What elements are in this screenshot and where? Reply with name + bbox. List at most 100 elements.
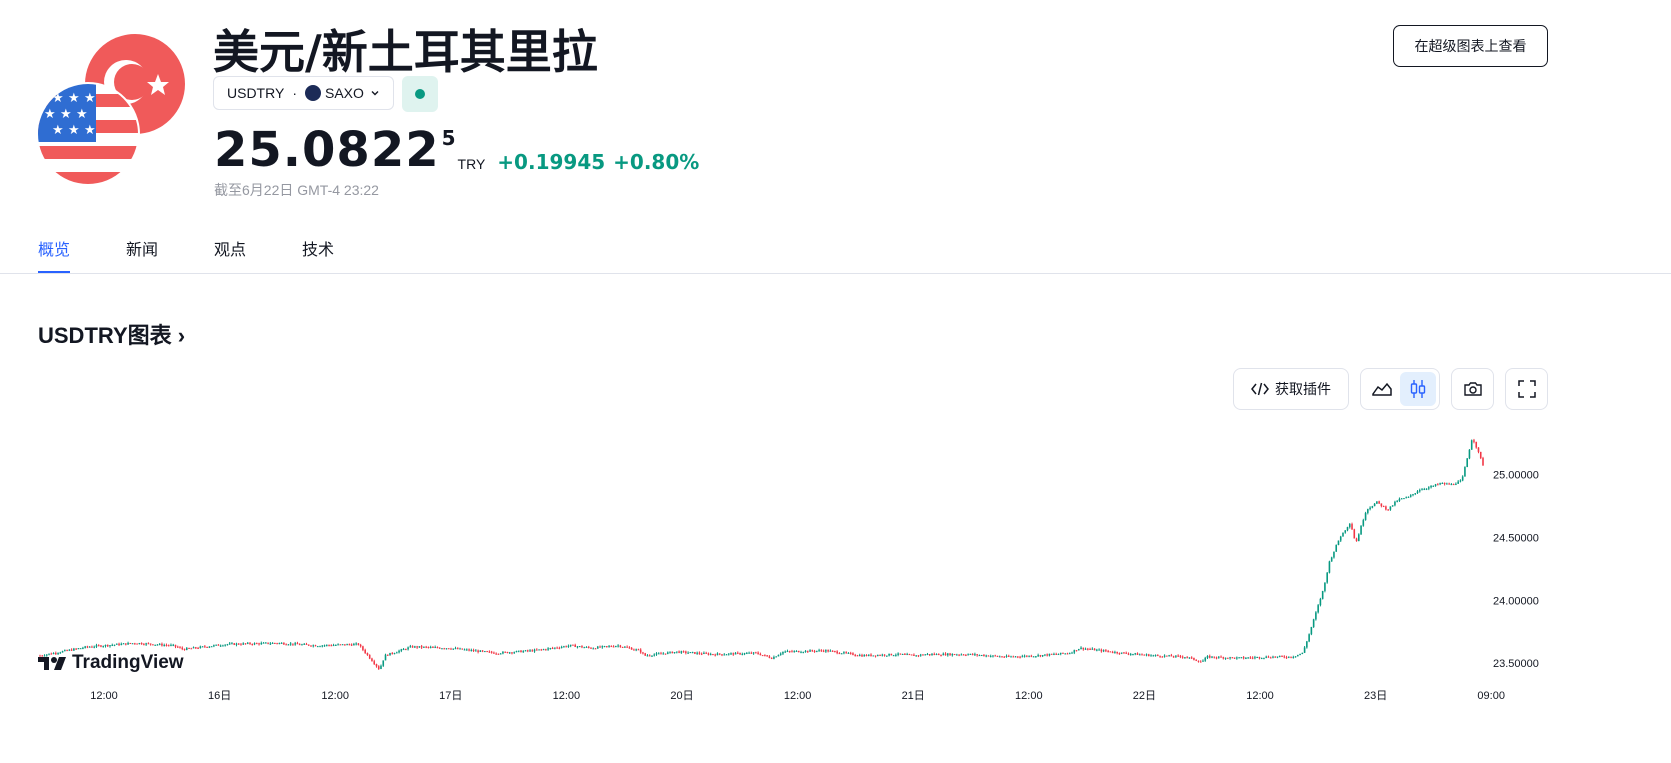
candle-body (1310, 627, 1313, 635)
candle-body (892, 655, 895, 657)
candle-body (1391, 505, 1394, 507)
candle-body (572, 644, 574, 646)
y-axis-tick-label: 25.00000 (1493, 470, 1539, 482)
candle-body (777, 654, 780, 657)
candle-body (1337, 540, 1340, 545)
chart-section-title[interactable]: USDTRY图表 › (38, 318, 185, 350)
candle-body (1096, 649, 1098, 651)
candle-body (382, 660, 385, 666)
candle-body (389, 652, 391, 656)
candle-body (475, 650, 477, 652)
area-chart-style-button[interactable] (1364, 372, 1400, 406)
candle-body (1150, 655, 1152, 657)
svg-text:★: ★ (68, 123, 80, 138)
candle-body (1159, 655, 1161, 657)
candle-body (870, 654, 872, 656)
candle-body (635, 649, 637, 651)
market-open-dot-icon (414, 89, 425, 99)
snapshot-button[interactable] (1451, 368, 1494, 410)
candle-body (865, 655, 868, 657)
tab-bar: 概览 新闻 观点 技术 (38, 236, 390, 274)
candle-body (1398, 498, 1401, 501)
candle-body (1236, 657, 1238, 659)
candle-body (836, 651, 838, 654)
candle-body (400, 649, 403, 651)
candle-body (1044, 654, 1046, 656)
candle-body (1405, 497, 1408, 499)
tab-overview[interactable]: 概览 (38, 236, 71, 274)
candle-body (910, 654, 913, 656)
market-open-status-button[interactable] (401, 76, 438, 112)
candle-body (1224, 657, 1227, 659)
candle-body (1125, 652, 1128, 654)
candle-body (508, 652, 511, 654)
candle-body (657, 653, 660, 655)
exchange-label: SAXO (324, 85, 364, 101)
candle-body (888, 653, 890, 656)
candle-body (1206, 655, 1209, 658)
candle-body (294, 643, 296, 645)
candle-body (1068, 653, 1071, 655)
y-axis-tick-label: 24.00000 (1493, 595, 1539, 607)
candle-body (274, 642, 276, 644)
candle-body (603, 646, 606, 648)
candle-body (1143, 654, 1146, 656)
candle-body (1319, 598, 1322, 606)
price-currency: TRY (457, 156, 486, 172)
candle-body (1014, 656, 1017, 658)
candle-body (328, 644, 330, 646)
candle-body (134, 643, 136, 645)
candle-body (899, 653, 902, 655)
candle-body (1166, 655, 1168, 657)
tab-news[interactable]: 新闻 (126, 236, 158, 274)
candle-body (438, 647, 441, 649)
candle-body (992, 655, 994, 657)
candle-body (1077, 649, 1080, 651)
candle-body (709, 654, 712, 656)
x-axis-tick-label: 12:00 (1015, 690, 1043, 702)
candle-body (1227, 657, 1229, 659)
get-widget-button[interactable]: 获取插件 (1233, 368, 1349, 410)
candles-chart-style-button[interactable] (1400, 372, 1436, 406)
tab-ideas[interactable]: 观点 (214, 236, 246, 274)
price-chart[interactable]: 25.00000 24.50000 24.00000 23.50000 12:00 16日… (0, 410, 1671, 763)
candle-body (118, 643, 120, 645)
x-axis-tick-label: 12:00 (321, 690, 349, 702)
fullscreen-button[interactable] (1505, 368, 1548, 410)
candle-body (481, 650, 484, 652)
candle-body (335, 644, 337, 646)
candle-body (267, 642, 269, 644)
candle-body (585, 646, 588, 648)
candle-body (409, 646, 412, 648)
tab-technicals[interactable]: 技术 (302, 236, 334, 274)
candle-body (791, 651, 793, 653)
svg-text:★: ★ (60, 107, 72, 122)
chart-style-group (1360, 368, 1440, 410)
candle-body (111, 644, 114, 646)
x-axis-tick-label: 12:00 (1246, 690, 1274, 702)
candle-body (371, 658, 373, 662)
candle-body (696, 652, 698, 654)
candle-body (795, 650, 798, 652)
candle-body (759, 653, 762, 656)
candle-body (380, 665, 382, 669)
candle-body (1168, 655, 1170, 657)
candle-body (468, 649, 470, 651)
candle-body (1425, 488, 1428, 490)
candle-body (779, 653, 782, 655)
candle-body (109, 645, 111, 647)
candle-body (750, 652, 753, 654)
candle-body (1357, 534, 1360, 542)
candle-body (549, 648, 552, 650)
open-advanced-chart-button[interactable]: 在超级图表上查看 (1393, 25, 1548, 67)
candle-body (820, 650, 823, 652)
candle-body (1308, 634, 1310, 642)
tradingview-branding[interactable]: TradingView (38, 652, 184, 674)
candle-body (1028, 655, 1030, 657)
symbol-exchange-selector[interactable]: USDTRY · SAXO (213, 76, 394, 110)
candle-body (1152, 655, 1155, 657)
candle-body (694, 652, 696, 654)
candle-body (908, 654, 911, 656)
candle-body (976, 654, 978, 656)
candle-body (813, 650, 816, 652)
